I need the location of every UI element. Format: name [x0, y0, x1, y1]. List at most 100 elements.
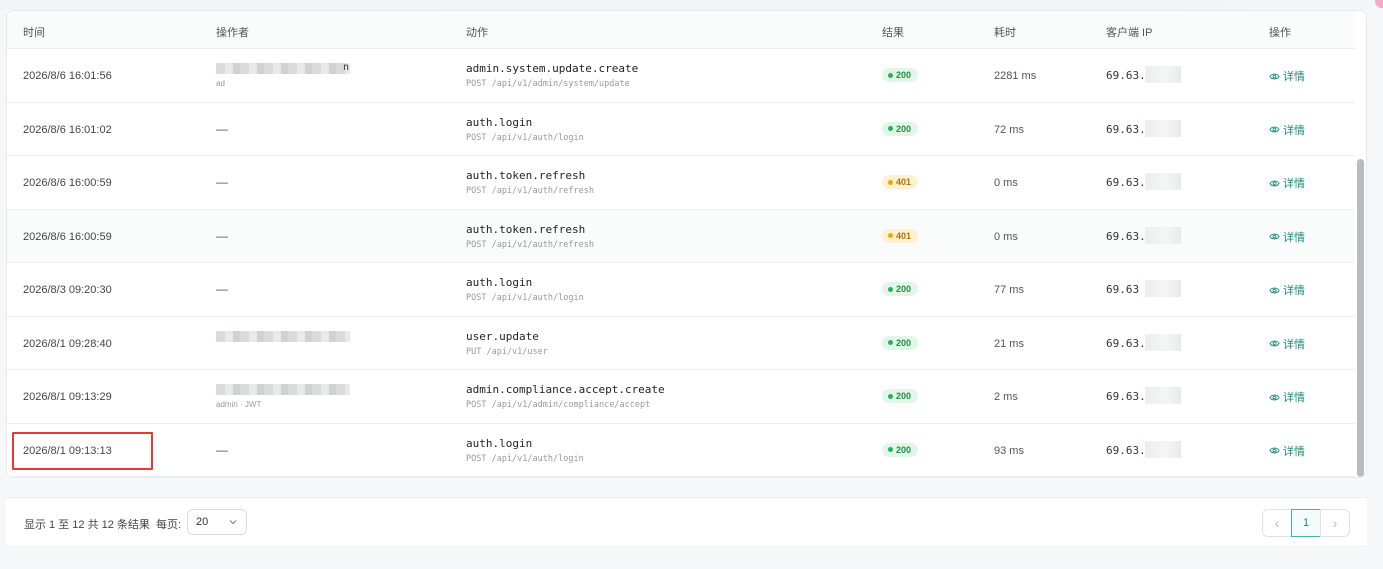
status-dot-icon	[888, 340, 893, 345]
header-client-ip: 客户端 IP	[1106, 27, 1153, 39]
header-duration: 耗时	[994, 27, 1016, 39]
row-action: auth.login	[466, 115, 533, 129]
operator-empty: —	[216, 228, 228, 243]
row-time: 2026/8/3 09:20:30	[23, 284, 112, 296]
ip-redacted	[1145, 387, 1181, 404]
ip-redacted	[1145, 333, 1181, 351]
row-client-ip: 69.63.	[1106, 443, 1146, 457]
row-time: 2026/8/6 16:01:56	[23, 70, 112, 82]
row-time: 2026/8/1 09:13:13	[23, 444, 112, 457]
ip-redacted	[1145, 173, 1181, 190]
next-page-button[interactable]: ›	[1320, 509, 1350, 537]
status-badge: 200	[882, 68, 919, 82]
header-time: 时间	[23, 27, 45, 39]
detail-link[interactable]: 详情	[1269, 68, 1305, 84]
page-1-button[interactable]: 1	[1291, 509, 1321, 537]
row-duration: 2 ms	[994, 391, 1018, 403]
operator-empty: —	[216, 175, 228, 189]
row-client-ip: 69.63.	[1106, 229, 1146, 243]
chevron-left-icon: ‹	[1274, 515, 1280, 531]
detail-link[interactable]: 详情	[1269, 282, 1305, 298]
row-client-ip: 69.63.	[1106, 176, 1146, 189]
ip-redacted	[1145, 66, 1181, 83]
status-dot-icon	[888, 393, 893, 399]
row-action: admin.system.update.create	[466, 62, 639, 75]
status-badge: 200	[882, 282, 919, 296]
eye-icon	[1269, 340, 1280, 347]
status-dot-icon	[888, 179, 893, 185]
per-page-label: 每页:	[156, 519, 182, 531]
status-dot-icon	[888, 126, 893, 131]
status-dot-icon	[888, 447, 893, 452]
row-duration: 72 ms	[994, 123, 1024, 136]
row-endpoint: PUT /api/v1/user	[466, 346, 548, 357]
table-header: 时间 操作者 动作 结果 耗时 客户端 IP 操作	[7, 11, 1355, 49]
table-row: 2026/8/6 16:01:56 n ad admin.system.updat…	[7, 49, 1355, 103]
row-client-ip: 69.63.	[1106, 390, 1146, 403]
scrollbar-thumb[interactable]	[1357, 159, 1364, 477]
row-endpoint: POST /api/v1/auth/refresh	[466, 239, 594, 250]
row-duration: 0 ms	[994, 177, 1018, 189]
operator-role: admin · JWT	[216, 400, 262, 409]
row-action: auth.login	[466, 276, 533, 289]
detail-link[interactable]: 详情	[1269, 336, 1305, 352]
audit-log-table: 时间 操作者 动作 结果 耗时 客户端 IP 操作 2026/8/6 16:01…	[6, 10, 1367, 478]
detail-link[interactable]: 详情	[1269, 389, 1305, 405]
detail-link[interactable]: 详情	[1269, 175, 1305, 191]
row-endpoint: POST /api/v1/auth/refresh	[466, 186, 594, 196]
row-endpoint: POST /api/v1/auth/login	[466, 453, 584, 464]
detail-link[interactable]: 详情	[1269, 122, 1305, 138]
row-action: user.update	[466, 329, 539, 343]
row-client-ip: 69.63	[1106, 283, 1140, 296]
header-result: 结果	[882, 27, 904, 39]
operator-redacted	[216, 330, 350, 342]
row-action: auth.token.refresh	[466, 169, 586, 182]
ip-redacted	[1145, 280, 1181, 297]
table-row: 2026/8/6 16:01:02 — auth.login POST /api…	[7, 102, 1355, 156]
eye-icon	[1269, 394, 1280, 400]
top-strip	[0, 0, 1383, 10]
row-duration: 0 ms	[994, 230, 1018, 243]
row-client-ip: 69.63.	[1106, 336, 1146, 350]
status-dot-icon	[888, 286, 893, 292]
prev-page-button[interactable]: ‹	[1262, 509, 1292, 537]
status-badge: 200	[882, 442, 919, 457]
detail-link[interactable]: 详情	[1269, 229, 1305, 245]
table-row: 2026/8/1 09:28:40 user.update PUT /api/v…	[7, 316, 1355, 370]
operator-empty: —	[216, 282, 228, 296]
table-row: 2026/8/3 09:20:30 — auth.login POST /api…	[7, 263, 1355, 317]
row-endpoint: POST /api/v1/auth/login	[466, 132, 584, 143]
table-row: 2026/8/1 09:13:29 admin · JWT admin.comp…	[7, 370, 1355, 424]
per-page-value: 20	[196, 516, 209, 528]
operator-redacted	[216, 63, 350, 74]
row-duration: 93 ms	[994, 444, 1024, 457]
row-time: 2026/8/6 16:00:59	[23, 230, 112, 243]
header-operator: 操作者	[216, 27, 249, 39]
row-endpoint: POST /api/v1/admin/compliance/accept	[466, 400, 651, 410]
per-page-select[interactable]: 20	[187, 509, 247, 535]
row-endpoint: POST /api/v1/auth/login	[466, 293, 584, 303]
status-badge: 401	[882, 228, 919, 243]
row-duration: 21 ms	[994, 337, 1024, 350]
eye-icon	[1269, 233, 1280, 240]
detail-link[interactable]: 详情	[1269, 443, 1305, 459]
status-badge: 200	[882, 389, 919, 403]
status-badge: 200	[882, 335, 919, 350]
row-action: auth.token.refresh	[466, 222, 586, 236]
row-endpoint: POST /api/v1/admin/system/update	[466, 79, 630, 89]
table-row: 2026/8/6 16:00:59 — auth.token.refresh P…	[7, 156, 1355, 210]
ip-redacted	[1145, 119, 1181, 137]
eye-icon	[1269, 287, 1280, 293]
eye-icon	[1269, 447, 1280, 454]
eye-icon	[1269, 180, 1280, 186]
header-ops: 操作	[1269, 27, 1291, 39]
eye-icon	[1269, 126, 1280, 133]
operator-empty: —	[216, 121, 228, 136]
row-duration: 77 ms	[994, 284, 1024, 296]
header-action: 动作	[466, 27, 488, 39]
status-dot-icon	[888, 233, 893, 238]
operator-empty: —	[216, 442, 228, 457]
row-time: 2026/8/1 09:13:29	[23, 391, 112, 403]
table-row: 2026/8/6 16:00:59 — auth.token.refresh P…	[7, 209, 1355, 263]
chevron-right-icon: ›	[1332, 515, 1338, 531]
